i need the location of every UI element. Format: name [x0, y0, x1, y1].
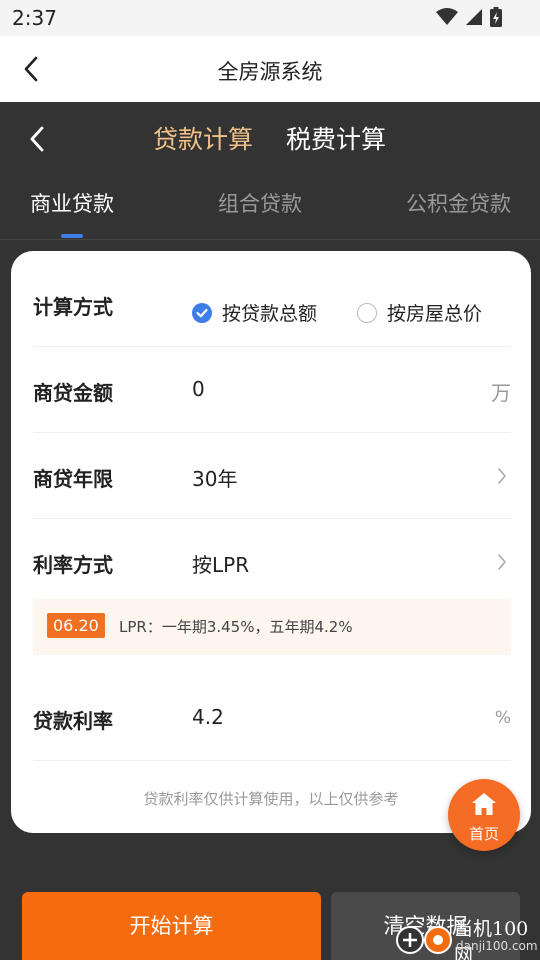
loan-amount-input[interactable]: 0: [192, 377, 205, 401]
loan-term-label: 商贷年限: [33, 467, 113, 491]
loan-rate-unit: %: [494, 708, 511, 728]
calc-method-options: 按贷款总额 按房屋总价: [192, 299, 482, 326]
loan-rate-row[interactable]: 贷款利率 4.2 %: [33, 675, 511, 761]
calc-back-icon[interactable]: [26, 124, 48, 154]
rate-method-label: 利率方式: [33, 553, 113, 577]
lpr-rates-text: LPR：一年期3.45%，五年期4.2%: [119, 618, 353, 636]
radio-by-loan-total-label[interactable]: 按贷款总额: [222, 299, 317, 326]
app-header: 全房源系统: [0, 36, 540, 102]
calc-method-row: 计算方式 按贷款总额 按房屋总价: [33, 261, 511, 347]
page-title: 全房源系统: [217, 60, 323, 84]
radio-by-house-price-label[interactable]: 按房屋总价: [387, 299, 482, 326]
home-icon: [472, 793, 496, 815]
lpr-date-badge: 06.20: [47, 613, 105, 638]
loan-rate-input[interactable]: 4.2: [192, 705, 224, 729]
loan-rate-label: 贷款利率: [33, 709, 113, 733]
chevron-right-icon: [498, 554, 506, 570]
radio-by-house-price[interactable]: [357, 302, 378, 323]
home-label: 首页: [468, 825, 499, 843]
calc-method-label: 计算方式: [33, 295, 113, 319]
watermark-name: 当机100网: [454, 918, 529, 960]
status-icons: [436, 7, 502, 27]
watermark-url: danji100.com: [456, 939, 538, 953]
calc-header: 贷款计算 税费计算 商业贷款 组合贷款 公积金贷款: [0, 102, 540, 240]
tab-tax-calculation[interactable]: 税费计算: [286, 120, 386, 156]
radio-by-loan-total[interactable]: [192, 302, 212, 323]
home-button[interactable]: 首页: [448, 779, 520, 851]
battery-charging-icon: [490, 7, 502, 27]
start-calculation-button[interactable]: 开始计算: [22, 892, 321, 960]
wifi-icon: [436, 8, 458, 25]
loan-amount-unit: 万: [491, 381, 511, 405]
loan-term-value[interactable]: 30年: [192, 463, 237, 492]
header-divider: [0, 239, 540, 240]
subtab-provident-fund-loan[interactable]: 公积金贷款: [406, 188, 511, 218]
status-time: 2:37: [12, 6, 57, 30]
chevron-right-icon: [498, 468, 506, 484]
lpr-notice: 06.20 LPR：一年期3.45%，五年期4.2%: [33, 599, 511, 655]
rate-method-row[interactable]: 利率方式 按LPR: [33, 519, 511, 605]
subtab-active-indicator: [61, 234, 83, 238]
loan-form-card: 计算方式 按贷款总额 按房屋总价 商贷金额 0 万 商贷年限 30年 利率方式 …: [11, 251, 531, 833]
subtab-commercial-loan[interactable]: 商业贷款: [30, 188, 114, 218]
loan-amount-row[interactable]: 商贷金额 0 万: [33, 347, 511, 433]
watermark: 当机100网 danji100.com: [392, 912, 540, 960]
status-bar: 2:37: [0, 0, 540, 36]
check-icon: [196, 308, 208, 317]
loan-term-row[interactable]: 商贷年限 30年: [33, 433, 511, 519]
signal-icon: [466, 9, 482, 25]
watermark-logo: [396, 926, 452, 954]
subtab-combined-loan[interactable]: 组合贷款: [218, 188, 302, 218]
tab-loan-calculation[interactable]: 贷款计算: [153, 120, 253, 156]
loan-amount-label: 商贷金额: [33, 381, 113, 405]
rate-method-value[interactable]: 按LPR: [192, 549, 249, 578]
